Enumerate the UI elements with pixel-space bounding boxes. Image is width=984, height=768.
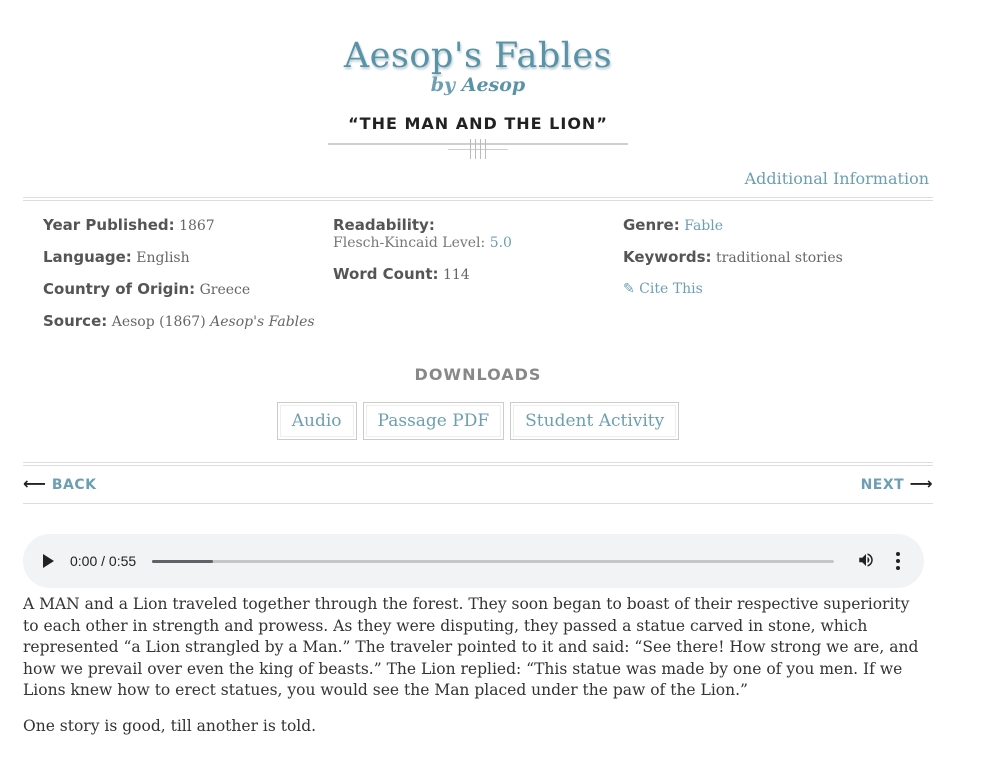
audio-progress-fill [152, 560, 214, 563]
volume-icon[interactable] [857, 551, 875, 569]
title-divider [328, 139, 628, 165]
downloads-buttons: Audio Passage PDF Student Activity [23, 402, 933, 440]
back-link[interactable]: ⟵ BACK [23, 474, 96, 493]
field-country: Country of Origin: Greece [43, 279, 333, 300]
keywords-value: traditional stories [716, 250, 843, 266]
field-language: Language: English [43, 247, 333, 268]
arrow-right-icon: ⟶ [909, 474, 933, 493]
back-label: BACK [51, 477, 97, 493]
play-icon[interactable] [43, 554, 54, 568]
fk-value-link[interactable]: 5.0 [490, 235, 512, 251]
story-text: A MAN and a Lion traveled together throu… [23, 594, 928, 737]
student-activity-button[interactable]: Student Activity [510, 402, 680, 440]
year-value: 1867 [179, 218, 215, 234]
by-label: by [430, 74, 456, 96]
field-genre: Genre: Fable [623, 215, 913, 236]
keywords-label: Keywords: [623, 248, 712, 266]
story-moral: One story is good, till another is told. [23, 716, 317, 735]
arrow-left-icon: ⟵ [23, 474, 47, 493]
story-navigation: ⟵ BACK NEXT ⟶ [23, 462, 933, 504]
source-title: Aesop's Fables [210, 314, 315, 330]
field-cite: ✎ Cite This [623, 279, 913, 299]
wordcount-value: 114 [442, 267, 470, 283]
page-content: Aesop's Fables by Aesop “THE MAN AND THE… [23, 0, 933, 751]
cite-this-link[interactable]: ✎ Cite This [623, 281, 703, 297]
source-value: Aesop (1867) [111, 314, 206, 330]
audio-player: 0:00 / 0:55 [23, 534, 924, 588]
genre-label: Genre: [623, 216, 680, 234]
field-keywords: Keywords: traditional stories [623, 247, 913, 268]
field-wordcount: Word Count: 114 [333, 264, 623, 285]
wordcount-label: Word Count: [333, 265, 439, 283]
next-link[interactable]: NEXT ⟶ [861, 474, 933, 493]
fk-label: Flesch-Kincaid Level: [333, 235, 486, 251]
author-link[interactable]: Aesop [462, 74, 526, 96]
info-panel: Year Published: 1867 Language: English C… [23, 201, 933, 343]
year-label: Year Published: [43, 216, 175, 234]
field-readability: Readability: Flesch-Kincaid Level: 5.0 [333, 215, 623, 253]
audio-seek-bar[interactable] [152, 560, 834, 563]
audio-download-button[interactable]: Audio [276, 402, 357, 440]
readability-label: Readability: [333, 216, 435, 234]
audio-time: 0:00 / 0:55 [70, 553, 137, 569]
additional-information-toggle[interactable]: Additional Information [745, 169, 929, 188]
country-label: Country of Origin: [43, 280, 196, 298]
downloads-heading: DOWNLOADS [414, 365, 542, 384]
field-year: Year Published: 1867 [43, 215, 333, 236]
genre-link[interactable]: Fable [684, 218, 723, 234]
language-label: Language: [43, 248, 132, 266]
next-label: NEXT [860, 477, 905, 493]
story-paragraph: A MAN and a Lion traveled together throu… [23, 595, 919, 699]
story-title: “THE MAN AND THE LION” [348, 114, 608, 133]
country-value: Greece [199, 282, 251, 298]
field-source: Source: Aesop (1867) Aesop's Fables [43, 311, 333, 332]
passage-pdf-button[interactable]: Passage PDF [362, 402, 505, 440]
source-label: Source: [43, 312, 108, 330]
byline: by Aesop [23, 72, 933, 98]
more-options-icon[interactable] [896, 552, 900, 570]
language-value: English [136, 250, 190, 266]
